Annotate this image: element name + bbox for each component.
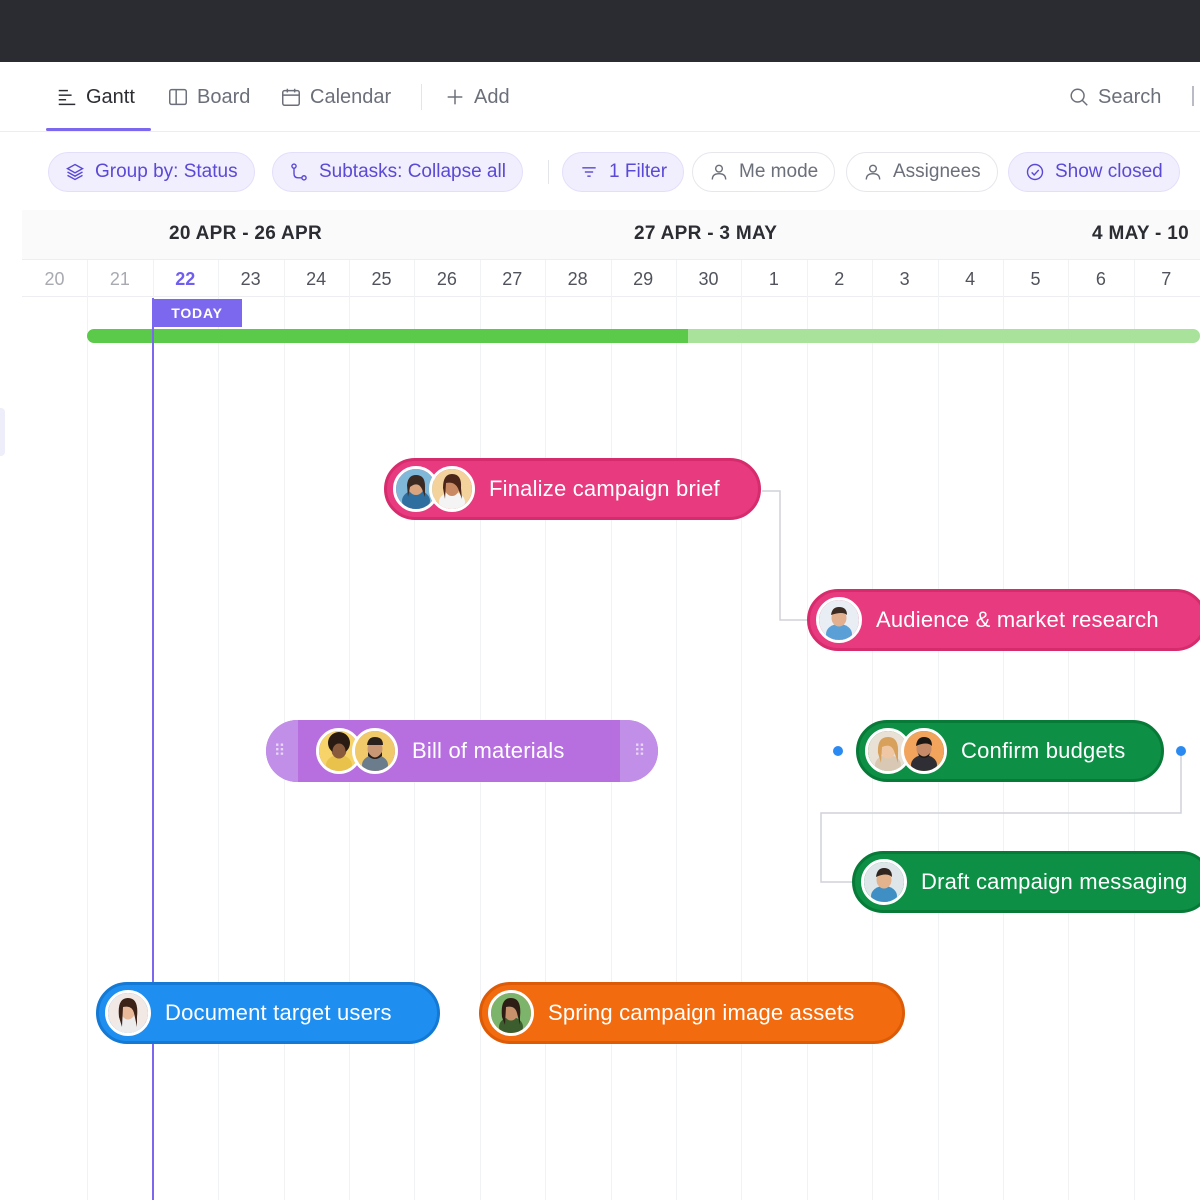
avatar [429, 466, 475, 512]
active-tab-indicator [46, 128, 151, 131]
day-label: 28 [567, 269, 588, 289]
tab-board[interactable]: Board [167, 62, 250, 132]
task-title: Document target users [165, 1000, 392, 1025]
task-title: Bill of materials [412, 738, 565, 763]
overall-progress-bar [87, 329, 1200, 343]
week-label: 4 MAY - 10 [1092, 223, 1189, 244]
today-badge: TODAY [152, 299, 242, 327]
day-label: 23 [240, 269, 261, 289]
show-closed-label: Show closed [1055, 161, 1163, 182]
board-icon [169, 88, 187, 106]
day-label: 6 [1095, 269, 1106, 289]
grid-line [87, 260, 89, 1200]
show-closed-button[interactable]: Show closed [1008, 152, 1180, 192]
task-bar-confirm-budgets[interactable]: Confirm budgets [856, 720, 1164, 782]
task-title: Finalize campaign brief [489, 476, 720, 501]
sidebar-edge[interactable] [0, 408, 5, 456]
day-label: 29 [633, 269, 654, 289]
calendar-icon [282, 88, 300, 106]
tab-label: Gantt [86, 85, 135, 108]
avatar [105, 990, 151, 1036]
day-label: 21 [109, 269, 130, 289]
group-by-label: Group by: Status [95, 161, 238, 182]
avatar [901, 728, 947, 774]
assignees-button[interactable]: Assignees [846, 152, 998, 192]
day-label: 26 [436, 269, 457, 289]
top-bar [0, 0, 1200, 62]
task-title: Spring campaign image assets [548, 1000, 855, 1025]
grid-line [741, 260, 743, 1200]
tab-label: Add [474, 85, 510, 108]
day-label: 5 [1030, 269, 1041, 289]
tab-label: Board [197, 85, 251, 108]
me-mode-button[interactable]: Me mode [692, 152, 836, 192]
search-button[interactable]: Search [1068, 62, 1161, 132]
layers-icon [66, 163, 84, 181]
task-bar-audience-market-research[interactable]: Audience & market research [807, 589, 1200, 651]
day-label: 20 [44, 269, 65, 289]
grid-line [218, 260, 220, 1200]
day-label: 3 [899, 269, 910, 289]
week-label: 20 APR - 26 APR [169, 223, 323, 244]
search-label: Search [1098, 85, 1162, 108]
avatar [352, 728, 398, 774]
subtasks-icon [291, 163, 307, 181]
avatar [488, 990, 534, 1036]
dependency-handle-right[interactable] [1176, 746, 1186, 756]
task-bar-spring-campaign-image-assets[interactable]: Spring campaign image assets [479, 982, 905, 1044]
today-marker-line [152, 298, 154, 1200]
divider [421, 84, 422, 110]
check-circle-icon [1026, 163, 1044, 181]
progress-fill [87, 329, 689, 343]
week-label: 27 APR - 3 MAY [634, 223, 778, 244]
task-title: Audience & market research [876, 607, 1159, 632]
assignees-label: Assignees [893, 161, 981, 182]
avatar [861, 859, 907, 905]
filter-icon [582, 167, 596, 177]
add-view-button[interactable]: Add [444, 62, 510, 132]
grid-line [806, 260, 808, 1200]
me-mode-label: Me mode [739, 161, 819, 182]
tab-calendar[interactable]: Calendar [280, 62, 391, 132]
gantt-icon [58, 89, 76, 106]
filter-label: 1 Filter [609, 161, 668, 182]
task-bar-draft-campaign-messaging[interactable]: Draft campaign messaging [852, 851, 1200, 913]
task-title: Confirm budgets [961, 738, 1126, 763]
subtasks-button[interactable]: Subtasks: Collapse all [272, 152, 523, 192]
more-icon[interactable] [1192, 86, 1200, 106]
task-bar-bill-of-materials[interactable]: ⠿ Bill of materials ⠿ [266, 720, 658, 782]
day-label: 25 [371, 269, 392, 289]
dependency-handle-left[interactable] [833, 746, 843, 756]
week-header: 20 APR - 26 APR 27 APR - 3 MAY 4 MAY - 1… [22, 210, 1200, 260]
day-label: 1 [768, 269, 779, 289]
day-label: 30 [698, 269, 719, 289]
task-bar-finalize-campaign-brief[interactable]: Finalize campaign brief [384, 458, 761, 520]
task-bar-document-target-users[interactable]: Document target users [96, 982, 440, 1044]
filter-button[interactable]: 1 Filter [562, 152, 685, 192]
day-label: 24 [306, 269, 327, 289]
tab-gantt[interactable]: Gantt [56, 62, 135, 132]
day-label: 7 [1161, 269, 1172, 289]
day-label: 27 [502, 269, 523, 289]
group-by-button[interactable]: Group by: Status [48, 152, 255, 192]
search-icon [1070, 88, 1088, 106]
day-label-today: 22 [175, 269, 196, 289]
gantt-chart: 20 APR - 26 APR 27 APR - 3 MAY 4 MAY - 1… [22, 210, 1200, 1200]
subtasks-label: Subtasks: Collapse all [319, 161, 506, 182]
user-icon [865, 164, 881, 180]
avatar [816, 597, 862, 643]
plus-icon [447, 89, 463, 105]
grid-line [676, 260, 677, 1200]
tab-label: Calendar [310, 85, 392, 108]
day-label: 2 [834, 269, 845, 289]
divider [548, 160, 549, 184]
day-label: 4 [965, 269, 976, 289]
task-title: Draft campaign messaging [921, 869, 1188, 894]
user-icon [711, 164, 727, 180]
